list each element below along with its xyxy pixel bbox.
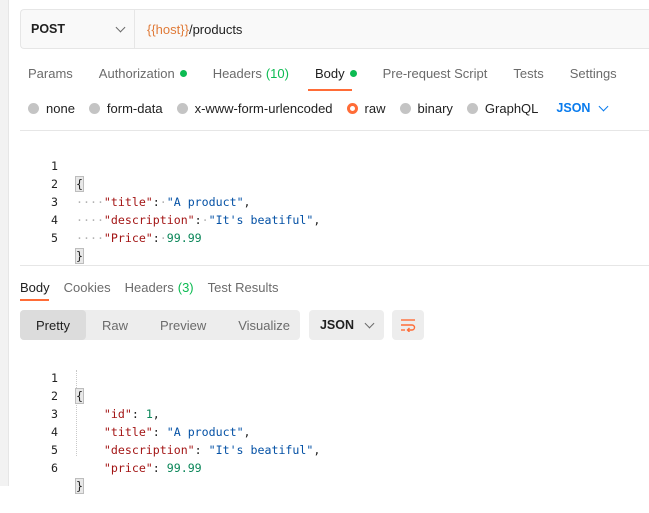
left-rail (0, 0, 9, 486)
format-label: JSON (556, 101, 591, 115)
tab-label: Tests (513, 65, 544, 81)
radio-raw[interactable]: raw (346, 100, 386, 116)
code-line: 4 "description": "It's beatiful", (20, 405, 640, 457)
view-pretty-button[interactable]: Pretty (20, 310, 86, 340)
view-label: Visualize (238, 317, 291, 333)
view-label: Preview (159, 317, 207, 333)
url-variable: {{host}} (147, 21, 189, 37)
radio-icon (88, 102, 100, 114)
tab-label: Body (20, 279, 50, 295)
active-tab-indicator (308, 89, 352, 91)
radio-binary[interactable]: binary (399, 100, 453, 116)
tab-label: Headers (212, 65, 262, 81)
code-line: 3 ····"description":·"It's beatiful", (20, 175, 640, 227)
tab-settings[interactable]: Settings (570, 64, 617, 82)
radio-label: form-data (106, 100, 163, 116)
view-visualize-button[interactable]: Visualize (222, 310, 306, 340)
tab-label: Params (28, 65, 73, 81)
tab-body[interactable]: Body (315, 64, 357, 82)
code-line: 2 ····"title":·"A product", (20, 157, 640, 209)
line-number: 5 (51, 231, 58, 245)
view-label: Pretty (36, 317, 70, 333)
method-select[interactable]: POST (21, 10, 135, 48)
radio-icon (28, 102, 39, 114)
code-line: 5 } (20, 211, 640, 264)
tab-response-body[interactable]: Body (20, 278, 50, 296)
wrap-lines-icon (401, 319, 416, 332)
tab-count: (3) (177, 279, 194, 295)
chevron-down-icon (599, 101, 609, 111)
tab-response-headers[interactable]: Headers (3) (125, 278, 194, 296)
status-dot-icon (179, 69, 187, 77)
body-type-options: none form-data x-www-form-urlencoded raw… (28, 100, 609, 116)
code-line: 4 ····"Price":·99.99 (20, 193, 640, 245)
radio-graphql[interactable]: GraphQL (466, 100, 539, 116)
tab-pre-request-script[interactable]: Pre-request Script (383, 64, 488, 82)
tab-authorization[interactable]: Authorization (99, 64, 187, 82)
radio-x-www-form-urlencoded[interactable]: x-www-form-urlencoded (176, 100, 333, 116)
radio-label: GraphQL (484, 100, 539, 116)
radio-label: none (46, 100, 75, 116)
active-response-tab-indicator (20, 299, 49, 301)
chevron-down-icon (364, 318, 375, 328)
tab-label: Cookies (63, 279, 111, 295)
radio-icon (176, 102, 188, 114)
line-number: 6 (51, 461, 58, 475)
method-label: POST (31, 22, 66, 36)
status-dot-icon (349, 69, 357, 77)
tab-label: Settings (569, 65, 617, 81)
tab-label: Pre-request Script (382, 65, 488, 81)
json-key: "Price" (103, 231, 153, 245)
url-path: /products (188, 21, 243, 37)
tab-headers[interactable]: Headers (10) (213, 64, 289, 82)
close-brace: } (75, 248, 84, 264)
radio-label: x-www-form-urlencoded (194, 100, 333, 116)
view-preview-button[interactable]: Preview (144, 310, 222, 340)
code-line: 5 "price": 99.99 (20, 423, 640, 475)
tab-count: (10) (265, 65, 289, 81)
tab-label: Body (314, 65, 345, 81)
tab-cookies[interactable]: Cookies (64, 278, 111, 296)
request-tabs: Params Authorization Headers (10) Body Pr… (28, 64, 643, 82)
request-url-bar: POST {{host}}/products (20, 9, 649, 49)
radio-icon (399, 102, 411, 114)
tab-tests[interactable]: Tests (513, 64, 543, 82)
format-label: JSON (319, 318, 355, 332)
response-view-modes: Pretty Raw Preview Visualize (20, 310, 300, 340)
response-tabs: Body Cookies Headers (3) Test Results (20, 278, 292, 296)
radio-label: raw (364, 100, 386, 116)
json-value: 99.99 (166, 231, 202, 245)
tab-params[interactable]: Params (28, 64, 73, 82)
code-line: 1 { (20, 139, 640, 192)
wrap-lines-button[interactable] (392, 310, 424, 340)
radio-form-data[interactable]: form-data (88, 100, 163, 116)
request-body-editor[interactable]: 1 { 2 ····"title":·"A product", 3 ····"d… (20, 130, 649, 266)
code-line: 2 "id": 1, (20, 369, 640, 421)
tab-label: Authorization (98, 65, 175, 81)
body-format-select[interactable]: JSON (556, 101, 609, 115)
tab-label: Headers (124, 279, 174, 295)
close-brace: } (75, 478, 84, 494)
response-body-viewer[interactable]: 1 { 2 "id": 1, 3 "title": "A product", 4… (20, 350, 649, 494)
code-line: 1 { (20, 351, 640, 404)
code-line: 3 "title": "A product", (20, 387, 640, 439)
radio-selected-icon (346, 102, 358, 114)
code-line: 6 } (20, 441, 640, 494)
text-cursor (82, 249, 85, 264)
tab-test-results[interactable]: Test Results (208, 278, 279, 296)
radio-icon (466, 102, 478, 114)
response-format-select[interactable]: JSON (309, 310, 384, 340)
chevron-down-icon (115, 22, 126, 32)
url-input[interactable]: {{host}}/products (135, 10, 242, 48)
radio-label: binary (417, 100, 453, 116)
json-key: "price" (103, 461, 153, 475)
radio-none[interactable]: none (28, 101, 75, 116)
json-value: 99.99 (166, 461, 202, 475)
view-label: Raw (101, 317, 128, 333)
tab-label: Test Results (207, 279, 279, 295)
view-raw-button[interactable]: Raw (86, 310, 144, 340)
